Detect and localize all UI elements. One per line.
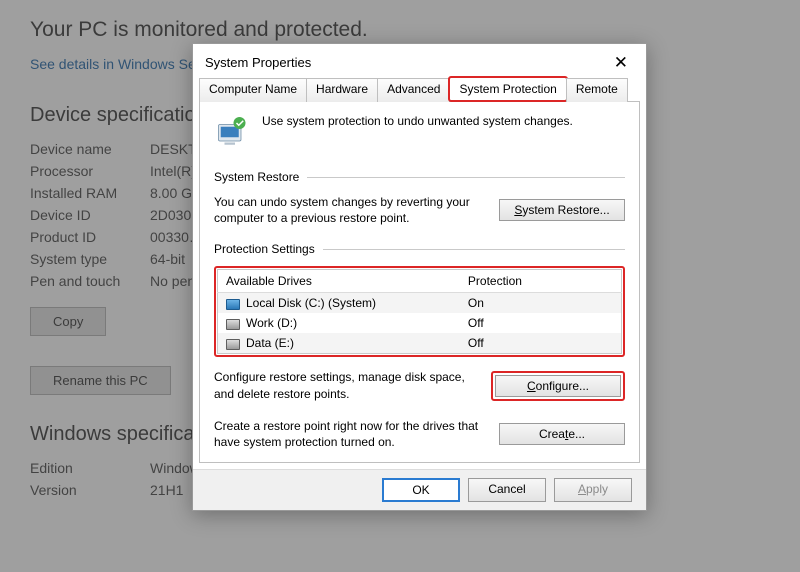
configure-highlight-box: Configure... [491,371,625,401]
drive-name: Data (E:) [246,336,294,350]
drive-icon [226,299,240,310]
create-text: Create a restore point right now for the… [214,418,487,450]
dialog-title: System Properties [205,55,311,70]
intro-text: Use system protection to undo unwanted s… [262,114,573,150]
system-properties-dialog: System Properties ✕ Computer Name Hardwa… [192,43,647,511]
tab-remote[interactable]: Remote [566,78,628,102]
drive-protection: On [460,293,622,314]
apply-button[interactable]: Apply [554,478,632,502]
system-restore-text: You can undo system changes by reverting… [214,194,487,226]
close-icon[interactable]: ✕ [608,52,634,73]
system-restore-button[interactable]: System Restore... [499,199,625,221]
drives-table[interactable]: Available Drives Protection Local Disk (… [217,269,622,354]
tab-computer-name[interactable]: Computer Name [199,78,307,102]
tabstrip: Computer Name Hardware Advanced System P… [193,77,646,101]
table-row[interactable]: Data (E:) Off [218,333,622,354]
ok-button[interactable]: OK [382,478,460,502]
drive-protection: Off [460,333,622,354]
tab-system-protection[interactable]: System Protection [449,77,566,101]
drive-protection: Off [460,313,622,333]
cancel-button[interactable]: Cancel [468,478,546,502]
protection-settings-heading: Protection Settings [214,242,315,256]
drives-highlight-box: Available Drives Protection Local Disk (… [214,266,625,357]
system-restore-heading: System Restore [214,170,299,184]
divider [323,249,625,250]
dialog-body: Use system protection to undo unwanted s… [199,101,640,463]
configure-text: Configure restore settings, manage disk … [214,369,479,401]
configure-button[interactable]: Configure... [495,375,621,397]
table-row[interactable]: Local Disk (C:) (System) On [218,293,622,314]
drive-name: Local Disk (C:) (System) [246,296,376,310]
system-protection-icon [214,114,250,150]
table-row[interactable]: Work (D:) Off [218,313,622,333]
drive-icon [226,339,240,350]
drive-name: Work (D:) [246,316,297,330]
drive-icon [226,319,240,330]
tab-hardware[interactable]: Hardware [306,78,378,102]
col-protection: Protection [460,270,622,293]
col-drives: Available Drives [218,270,460,293]
create-button[interactable]: Create... [499,423,625,445]
tab-advanced[interactable]: Advanced [377,78,450,102]
divider [307,177,625,178]
dialog-footer: OK Cancel Apply [193,469,646,510]
